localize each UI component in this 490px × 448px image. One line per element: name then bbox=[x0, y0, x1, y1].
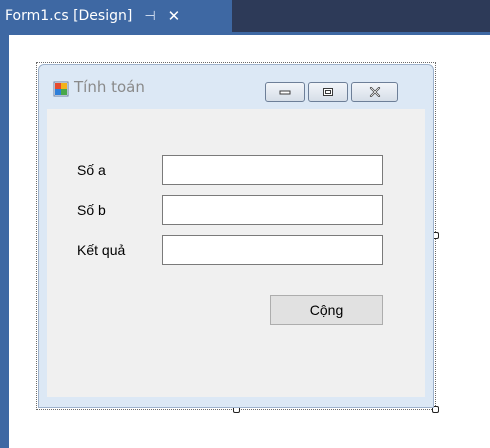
form-client-area: Số a Số b Kết quả Cộng bbox=[47, 109, 425, 397]
form-title: Tính toán bbox=[74, 78, 145, 96]
form-window[interactable]: Tính toán Số a Số b Kết quả Cộng bbox=[38, 64, 434, 408]
input-so-b[interactable] bbox=[162, 195, 383, 225]
label-so-a: Số a bbox=[77, 162, 106, 178]
maximize-icon bbox=[323, 88, 333, 96]
pin-icon[interactable]: ⊣ bbox=[144, 9, 155, 24]
input-so-a[interactable] bbox=[162, 155, 383, 185]
document-tab-title[interactable]: Form1.cs [Design] bbox=[5, 8, 132, 24]
label-so-b: Số b bbox=[77, 202, 106, 218]
close-tab-icon[interactable]: ✕ bbox=[168, 7, 181, 25]
minimize-icon bbox=[279, 90, 291, 95]
form-title-bar[interactable]: Tính toán bbox=[39, 65, 433, 109]
close-icon bbox=[369, 87, 380, 97]
form-app-icon bbox=[53, 81, 69, 97]
maximize-button[interactable] bbox=[308, 82, 348, 102]
label-ket-qua: Kết quả bbox=[77, 242, 126, 258]
close-button[interactable] bbox=[351, 82, 398, 102]
left-edge-strip bbox=[0, 35, 9, 448]
input-ket-qua[interactable] bbox=[162, 235, 383, 265]
caption-buttons bbox=[265, 82, 398, 102]
minimize-button[interactable] bbox=[265, 82, 305, 102]
cong-button[interactable]: Cộng bbox=[270, 295, 383, 325]
document-tab[interactable]: Form1.cs [Design] ⊣ ✕ bbox=[0, 0, 232, 32]
